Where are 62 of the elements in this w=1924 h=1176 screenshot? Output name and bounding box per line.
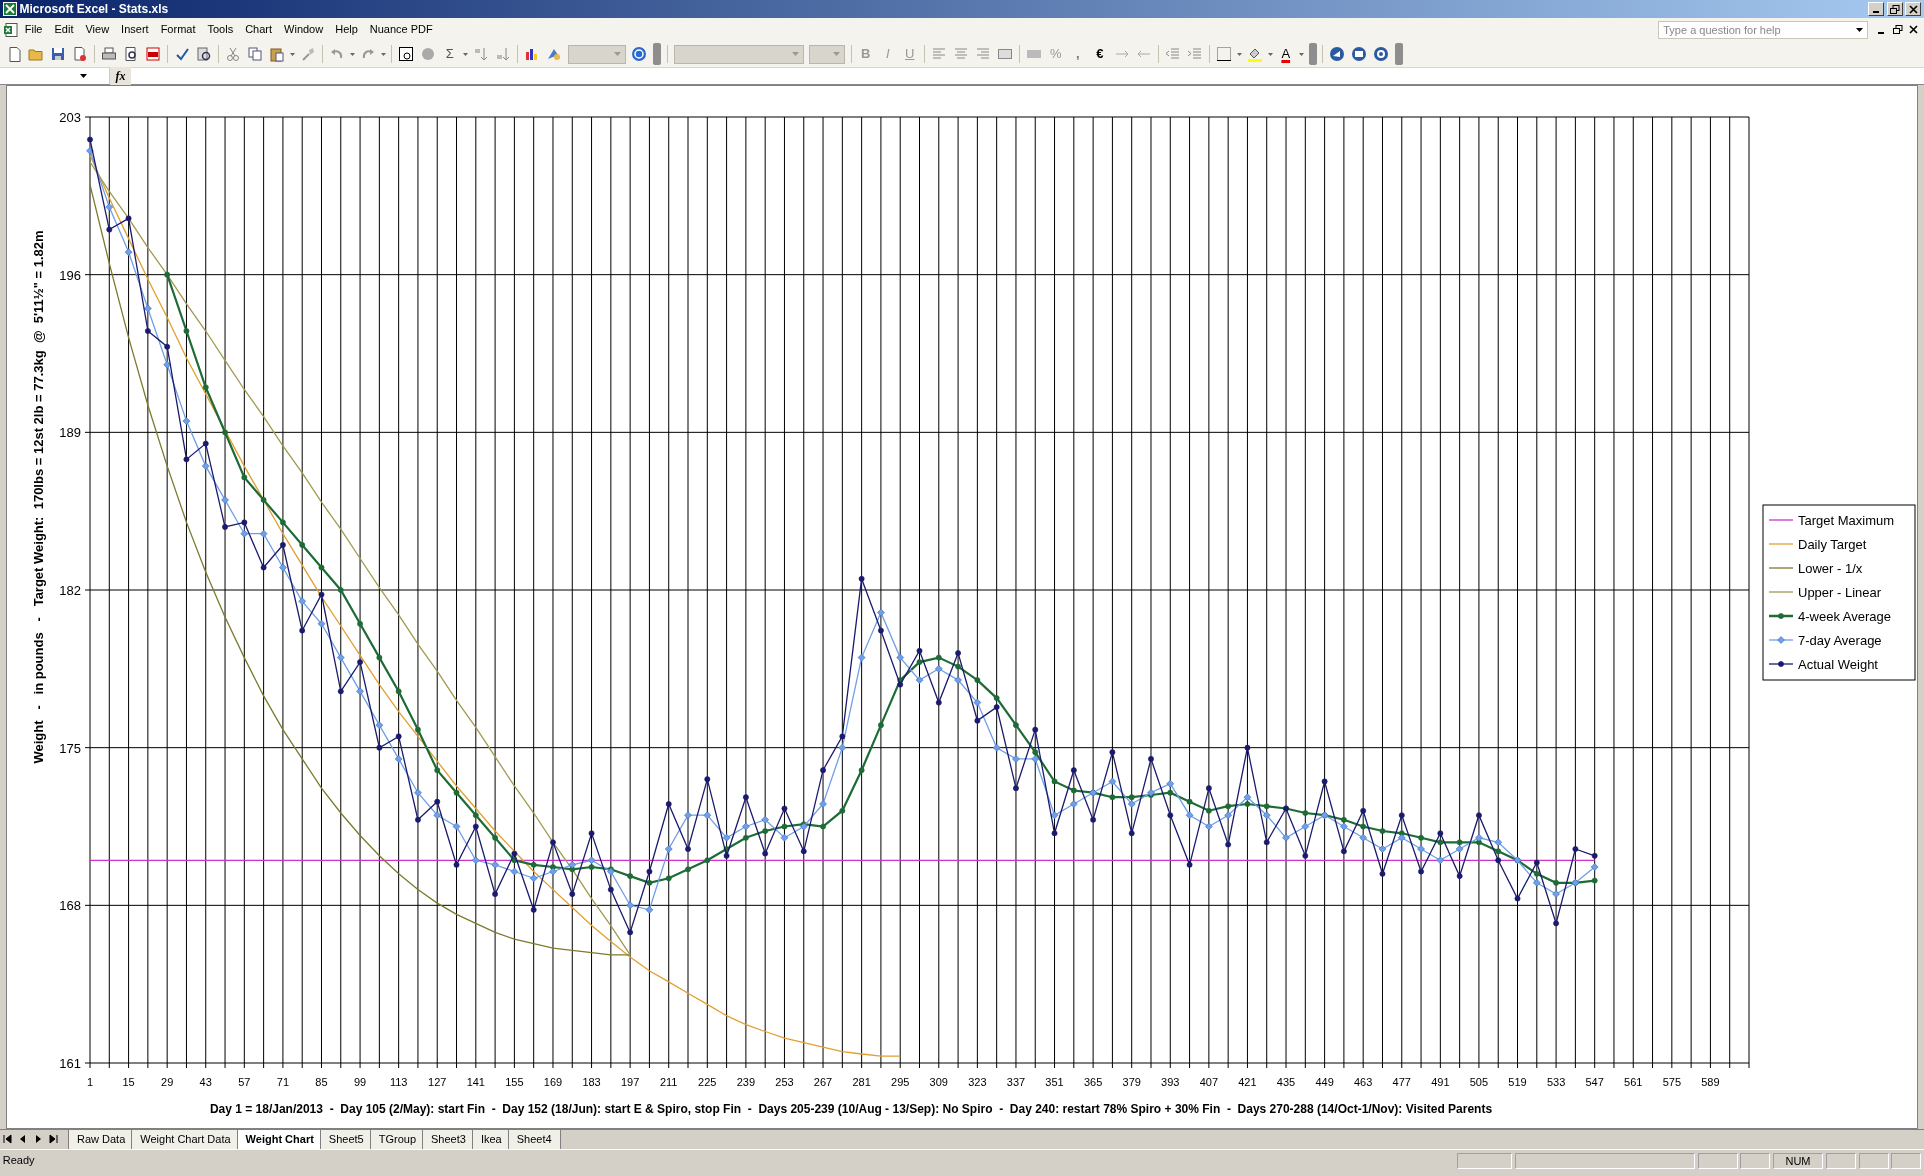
x-tick-label: 351: [1045, 1076, 1064, 1088]
y-tick-label: 161: [59, 1056, 81, 1071]
x-tick-label: 519: [1508, 1076, 1527, 1088]
x-tick-label: 127: [428, 1076, 447, 1088]
legend-label: Target Maximum: [1798, 513, 1895, 528]
x-tick-label: 365: [1083, 1076, 1103, 1088]
x-tick-label: 561: [1624, 1076, 1643, 1088]
x-tick-label: 29: [161, 1076, 174, 1088]
legend-label: Lower - 1/x: [1798, 561, 1863, 576]
x-tick-label: 267: [813, 1076, 833, 1088]
x-tick-label: 421: [1238, 1076, 1257, 1088]
x-tick-label: 337: [1006, 1076, 1026, 1088]
x-tick-label: 575: [1662, 1076, 1681, 1088]
x-tick-label: 85: [315, 1076, 328, 1088]
y-tick-label: 203: [59, 110, 81, 125]
x-tick-label: 57: [238, 1076, 251, 1088]
y-axis-title: Weight - in pounds - Target Weight: 170lbs = 12st 2lb = 77.3kg @ 5'11½" = 1.82m: [31, 230, 46, 764]
x-tick-label: 323: [968, 1076, 987, 1088]
legend-label: 7-day Average: [1798, 633, 1882, 648]
x-tick-label: 225: [698, 1076, 717, 1088]
x-tick-label: 491: [1431, 1076, 1450, 1088]
x-tick-label: 295: [891, 1076, 910, 1088]
y-tick-label: 168: [59, 898, 81, 914]
x-tick-label: 309: [929, 1076, 948, 1088]
x-tick-label: 211: [659, 1076, 678, 1088]
y-tick-label: 189: [59, 425, 81, 441]
x-tick-label: 505: [1469, 1076, 1489, 1088]
y-tick-label: 175: [59, 740, 81, 756]
legend-label: Upper - Linear: [1798, 585, 1882, 600]
x-tick-label: 533: [1546, 1076, 1566, 1088]
legend-label: 4-week Average: [1798, 609, 1891, 624]
x-tick-label: 141: [466, 1076, 485, 1088]
x-tick-label: 183: [582, 1076, 601, 1088]
x-tick-label: 43: [199, 1076, 212, 1088]
x-tick-label: 71: [276, 1076, 290, 1088]
x-tick-label: 463: [1354, 1076, 1373, 1088]
x-tick-label: 393: [1161, 1076, 1180, 1088]
y-tick-label: 196: [59, 267, 81, 283]
x-tick-label: 99: [353, 1076, 367, 1088]
num-lock-indicator: NUM: [1773, 1152, 1823, 1169]
x-tick-label: 477: [1392, 1076, 1411, 1088]
legend-label: Daily Target: [1798, 537, 1867, 552]
x-tick-label: 281: [852, 1076, 871, 1088]
x-tick-label: 1: [86, 1076, 94, 1088]
x-tick-label: 197: [620, 1076, 640, 1088]
x-tick-label: 435: [1276, 1076, 1296, 1088]
window-title: Microsoft Excel - Stats.xls: [19, 1, 169, 18]
x-tick-label: 113: [389, 1076, 408, 1088]
x-tick-label: 407: [1199, 1076, 1219, 1088]
x-tick-label: 15: [122, 1076, 135, 1088]
x-tick-label: 155: [505, 1076, 524, 1088]
x-tick-label: 589: [1701, 1076, 1720, 1088]
x-tick-label: 379: [1122, 1076, 1141, 1088]
x-tick-label: 547: [1585, 1076, 1604, 1088]
y-tick-label: 182: [59, 583, 81, 598]
x-tick-label: 169: [543, 1076, 563, 1088]
status-text: Ready: [2, 1153, 36, 1169]
x-tick-label: 253: [775, 1076, 794, 1088]
x-tick-label: 449: [1315, 1076, 1334, 1088]
x-axis-title: Day 1 = 18/Jan/2013 - Day 105 (2/May): start Fin - Day 152 (18/Jun): start E & Spiro, stop Fin - Days 205-239 (10/Aug - 13/Sep): No Spiro - Day 240: restart 78% Spiro + 30% Fin - Days 270-288 (14/Oct-1/Nov): Visited Parents: [209, 1102, 1493, 1116]
legend-label: Actual Weight: [1798, 657, 1878, 672]
x-tick-label: 239: [736, 1076, 756, 1088]
